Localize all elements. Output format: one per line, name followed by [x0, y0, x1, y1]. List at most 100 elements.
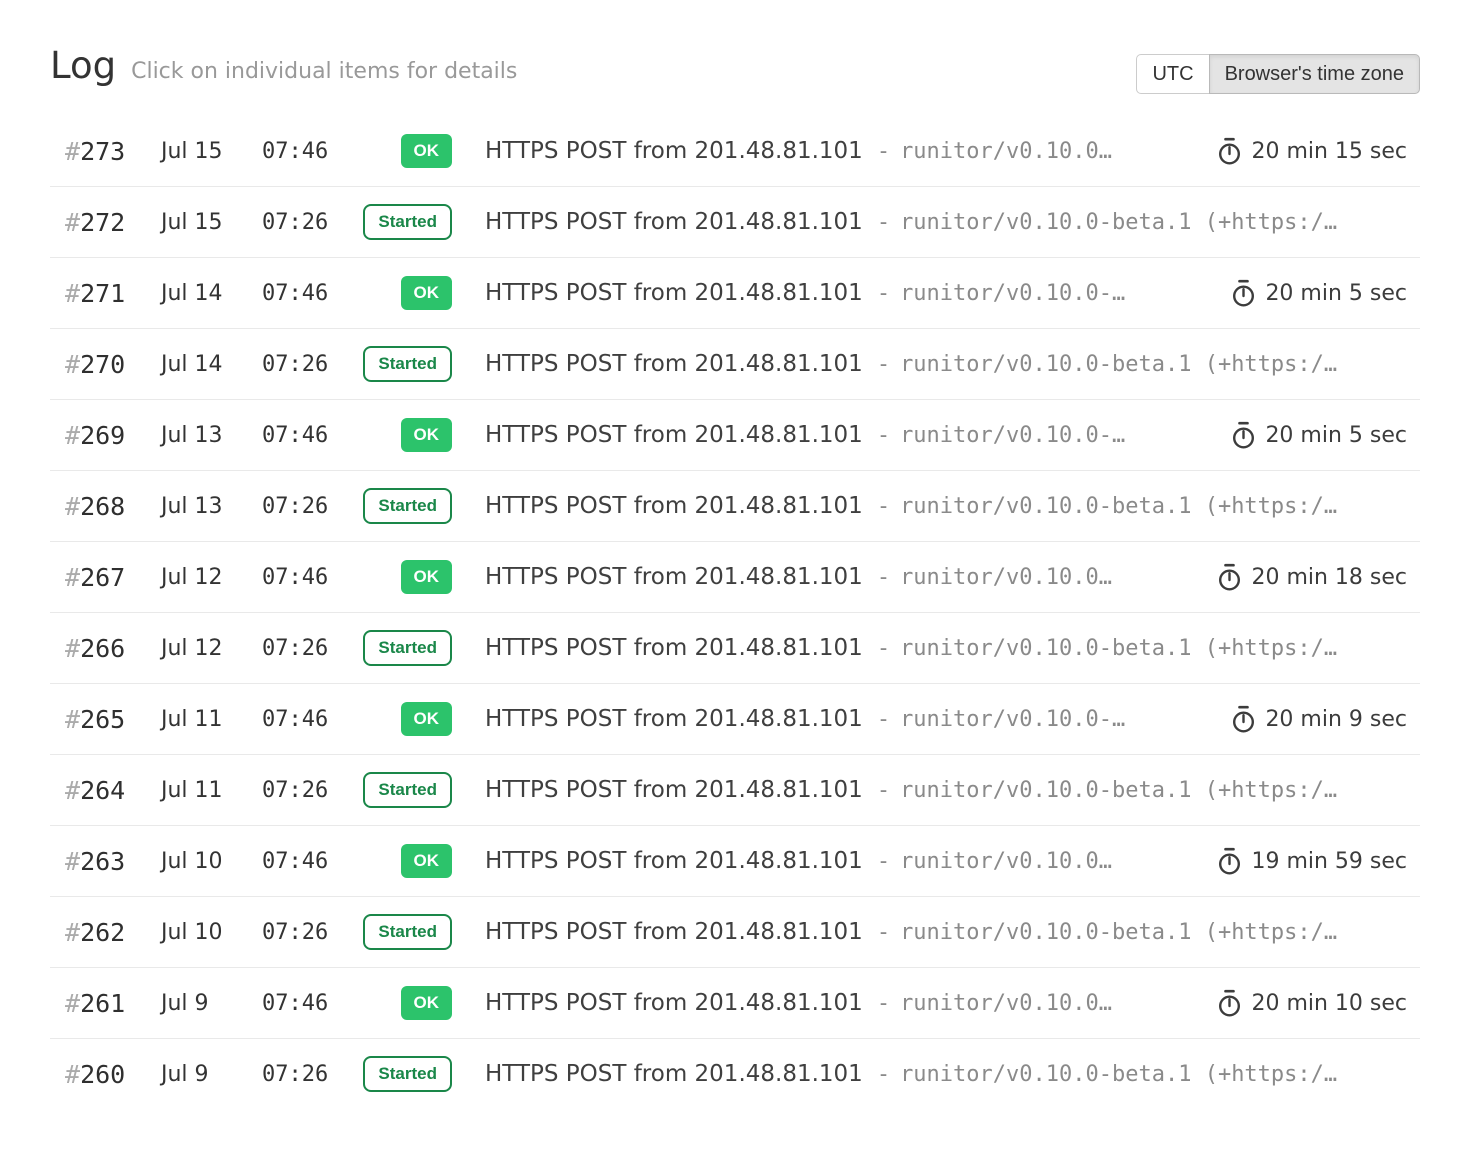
status-badge-cell: OK [352, 702, 452, 736]
log-row[interactable]: #260 Jul 9 07:26 Started HTTPS POST from… [50, 1038, 1420, 1109]
entry-number-value: 265 [80, 705, 125, 734]
stopwatch-icon [1231, 705, 1256, 734]
title-wrap: Log Click on individual items for detail… [50, 46, 517, 87]
status-badge-cell: Started [352, 488, 452, 524]
entry-number: #272 [50, 208, 161, 237]
entry-number-value: 260 [80, 1060, 125, 1089]
stopwatch-icon [1217, 563, 1242, 592]
entry-number: #273 [50, 137, 161, 166]
utc-button[interactable]: UTC [1136, 54, 1209, 94]
entry-description: HTTPS POST from 201.48.81.101 - runitor/… [485, 919, 1420, 945]
entry-description: HTTPS POST from 201.48.81.101 - runitor/… [485, 706, 1219, 732]
status-badge-cell: Started [352, 914, 452, 950]
entry-description: HTTPS POST from 201.48.81.101 - runitor/… [485, 138, 1205, 164]
entry-description: HTTPS POST from 201.48.81.101 - runitor/… [485, 777, 1420, 803]
entry-number: #266 [50, 634, 161, 663]
entry-time: 07:46 [262, 849, 352, 874]
entry-description: HTTPS POST from 201.48.81.101 - runitor/… [485, 564, 1205, 590]
user-agent-text: runitor/v0.10.0-beta.1 (+https:/… [900, 210, 1337, 235]
entry-number-value: 269 [80, 421, 125, 450]
status-badge-cell: OK [352, 418, 452, 452]
log-row[interactable]: #268 Jul 13 07:26 Started HTTPS POST fro… [50, 470, 1420, 541]
log-row[interactable]: #272 Jul 15 07:26 Started HTTPS POST fro… [50, 186, 1420, 257]
entry-date: Jul 9 [161, 1062, 262, 1087]
log-row[interactable]: #273 Jul 15 07:46 OK HTTPS POST from 201… [50, 116, 1420, 186]
duration: 19 min 59 sec [1217, 847, 1420, 876]
entry-number-value: 270 [80, 350, 125, 379]
log-row[interactable]: #264 Jul 11 07:26 Started HTTPS POST fro… [50, 754, 1420, 825]
user-agent-text: runitor/v0.10.0-beta.1 (+https:/… [900, 778, 1337, 803]
entry-number-value: 266 [80, 634, 125, 663]
user-agent-text: runitor/v0.10.0… [900, 139, 1112, 164]
stopwatch-icon [1217, 989, 1242, 1018]
log-row[interactable]: #270 Jul 14 07:26 Started HTTPS POST fro… [50, 328, 1420, 399]
entry-date: Jul 12 [161, 636, 262, 661]
entry-hash: # [65, 776, 80, 805]
entry-number: #263 [50, 847, 161, 876]
dash-separator: - [877, 494, 890, 519]
stopwatch-icon [1231, 421, 1256, 450]
status-badge-cell: OK [352, 844, 452, 878]
log-row[interactable]: #269 Jul 13 07:46 OK HTTPS POST from 201… [50, 399, 1420, 470]
entry-description: HTTPS POST from 201.48.81.101 - runitor/… [485, 990, 1205, 1016]
dash-separator: - [877, 849, 890, 874]
log-row[interactable]: #271 Jul 14 07:46 OK HTTPS POST from 201… [50, 257, 1420, 328]
event-text: HTTPS POST from 201.48.81.101 [485, 138, 863, 164]
entry-time: 07:46 [262, 423, 352, 448]
browser-timezone-button[interactable]: Browser's time zone [1209, 54, 1420, 94]
entry-time: 07:26 [262, 1062, 352, 1087]
dash-separator: - [877, 920, 890, 945]
entry-date: Jul 10 [161, 920, 262, 945]
duration-text: 19 min 59 sec [1251, 849, 1407, 874]
status-badge-cell: Started [352, 204, 452, 240]
log-row[interactable]: #263 Jul 10 07:46 OK HTTPS POST from 201… [50, 825, 1420, 896]
entry-number: #270 [50, 350, 161, 379]
duration-text: 20 min 10 sec [1251, 991, 1407, 1016]
entry-date: Jul 12 [161, 565, 262, 590]
entry-number: #264 [50, 776, 161, 805]
entry-description: HTTPS POST from 201.48.81.101 - runitor/… [485, 351, 1420, 377]
status-badge-cell: OK [352, 134, 452, 168]
entry-time: 07:46 [262, 565, 352, 590]
entry-hash: # [65, 563, 80, 592]
status-badge: Started [363, 914, 452, 950]
user-agent-text: runitor/v0.10.0-beta.1 (+https:/… [900, 352, 1337, 377]
entry-description: HTTPS POST from 201.48.81.101 - runitor/… [485, 280, 1219, 306]
dash-separator: - [877, 210, 890, 235]
entry-time: 07:46 [262, 139, 352, 164]
event-text: HTTPS POST from 201.48.81.101 [485, 706, 863, 732]
dash-separator: - [877, 565, 890, 590]
duration-text: 20 min 5 sec [1265, 281, 1407, 306]
stopwatch-icon [1231, 279, 1256, 308]
status-badge: OK [401, 418, 453, 452]
dash-separator: - [877, 1062, 890, 1087]
entry-hash: # [65, 847, 80, 876]
status-badge: OK [401, 134, 453, 168]
duration: 20 min 5 sec [1231, 421, 1420, 450]
log-row[interactable]: #266 Jul 12 07:26 Started HTTPS POST fro… [50, 612, 1420, 683]
dash-separator: - [877, 707, 890, 732]
event-text: HTTPS POST from 201.48.81.101 [485, 351, 863, 377]
entry-date: Jul 11 [161, 778, 262, 803]
entry-hash: # [65, 350, 80, 379]
entry-hash: # [65, 492, 80, 521]
log-row[interactable]: #261 Jul 9 07:46 OK HTTPS POST from 201.… [50, 967, 1420, 1038]
entry-number-value: 263 [80, 847, 125, 876]
log-row[interactable]: #262 Jul 10 07:26 Started HTTPS POST fro… [50, 896, 1420, 967]
event-text: HTTPS POST from 201.48.81.101 [485, 564, 863, 590]
dash-separator: - [877, 423, 890, 448]
entry-date: Jul 13 [161, 494, 262, 519]
entry-number-value: 261 [80, 989, 125, 1018]
entry-number-value: 273 [80, 137, 125, 166]
status-badge-cell: OK [352, 986, 452, 1020]
entry-number: #268 [50, 492, 161, 521]
dash-separator: - [877, 778, 890, 803]
event-text: HTTPS POST from 201.48.81.101 [485, 422, 863, 448]
dash-separator: - [877, 636, 890, 661]
page-title: Log [50, 46, 116, 87]
log-row[interactable]: #265 Jul 11 07:46 OK HTTPS POST from 201… [50, 683, 1420, 754]
entry-number: #260 [50, 1060, 161, 1089]
entry-date: Jul 10 [161, 849, 262, 874]
entry-hash: # [65, 208, 80, 237]
log-row[interactable]: #267 Jul 12 07:46 OK HTTPS POST from 201… [50, 541, 1420, 612]
